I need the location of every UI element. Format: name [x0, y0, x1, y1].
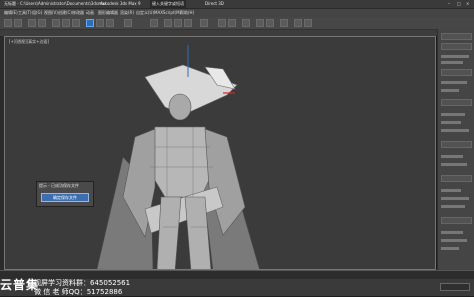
- maximize-icon[interactable]: □: [457, 0, 461, 8]
- align-icon[interactable]: [228, 19, 236, 27]
- panel-button[interactable]: [441, 141, 472, 148]
- left-leg: [156, 196, 182, 269]
- panel-row: [441, 61, 463, 64]
- unlink-icon[interactable]: [38, 19, 46, 27]
- snap-icon[interactable]: [164, 19, 172, 27]
- select-by-name-icon[interactable]: [62, 19, 70, 27]
- command-panel: [437, 29, 474, 270]
- select-icon[interactable]: [52, 19, 60, 27]
- watermark: 云普集 视屏学习资料群：645052561 微 信 老 师QQ：51752886: [0, 270, 140, 296]
- panel-tab-create[interactable]: [441, 33, 472, 40]
- panel-row: [441, 55, 469, 58]
- panel-row: [441, 121, 461, 124]
- panel-row: [441, 247, 459, 250]
- menu-modifiers[interactable]: 修改器: [72, 9, 84, 17]
- panel-row: [441, 155, 463, 158]
- link-icon[interactable]: [28, 19, 36, 27]
- render-setup-icon[interactable]: [294, 19, 302, 27]
- pivot-icon[interactable]: [150, 19, 158, 27]
- move-icon[interactable]: [86, 19, 94, 27]
- dialog-caption: 提示 - 已成功保存文件: [39, 183, 79, 188]
- schematic-icon[interactable]: [266, 19, 274, 27]
- panel-row: [441, 163, 467, 166]
- head: [168, 93, 192, 121]
- perspective-viewport[interactable]: [+][透视][真实+边面]: [4, 36, 436, 270]
- document-path: 无标题 - C:\Users\Administrator\Documents\3…: [4, 1, 107, 6]
- panel-row: [441, 113, 465, 116]
- menu-customize[interactable]: 自定义(U): [136, 9, 154, 17]
- character-model[interactable]: [5, 37, 436, 270]
- panel-row: [441, 197, 469, 200]
- display-driver-label: Direct 3D: [205, 1, 224, 6]
- panel-row: [441, 205, 465, 208]
- menu-maxscript[interactable]: MAXScript(M): [154, 9, 181, 17]
- mirror-icon[interactable]: [218, 19, 226, 27]
- menu-edit[interactable]: 编辑(E): [4, 9, 18, 17]
- render-icon[interactable]: [304, 19, 312, 27]
- menu-bar: 编辑(E) 工具(T) 组(G) 视图(V) 创建(C) 修改器 动画 图形编辑…: [0, 9, 474, 17]
- named-selection-dropdown[interactable]: [200, 19, 208, 27]
- minimize-icon[interactable]: –: [448, 0, 450, 8]
- panel-button[interactable]: [441, 175, 472, 182]
- region-select-icon[interactable]: [72, 19, 80, 27]
- panel-row: [441, 89, 459, 92]
- notification-dialog: 提示 - 已成功保存文件 确定保存文件: [36, 181, 94, 207]
- search-box[interactable]: 键入关键字或短语: [150, 0, 186, 8]
- panel-tab-modify[interactable]: [441, 43, 472, 50]
- layer-icon[interactable]: [242, 19, 250, 27]
- reference-coord-dropdown[interactable]: [124, 19, 132, 27]
- main-toolbar: [0, 17, 474, 30]
- menu-tools[interactable]: 工具(T): [18, 9, 32, 17]
- close-icon[interactable]: ×: [466, 0, 469, 8]
- menu-create[interactable]: 创建(C): [58, 9, 72, 17]
- panel-button[interactable]: [441, 69, 472, 76]
- title-bar: 无标题 - C:\Users\Administrator\Documents\3…: [0, 0, 474, 9]
- menu-views[interactable]: 视图(V): [44, 9, 58, 17]
- panel-row: [441, 129, 469, 132]
- panel-row: [441, 189, 461, 192]
- menu-help[interactable]: 帮助(H): [180, 9, 194, 17]
- dialog-confirm-button[interactable]: 确定保存文件: [41, 193, 89, 202]
- app-title: Autodesk 3ds Max 9: [100, 1, 141, 6]
- rotate-icon[interactable]: [96, 19, 104, 27]
- curve-editor-icon[interactable]: [256, 19, 264, 27]
- panel-row: [441, 239, 467, 242]
- redo-icon[interactable]: [14, 19, 22, 27]
- undo-icon[interactable]: [4, 19, 12, 27]
- menu-rendering[interactable]: 渲染(R): [120, 9, 134, 17]
- panel-row: [441, 231, 463, 234]
- torso: [146, 126, 216, 198]
- panel-row: [441, 81, 467, 84]
- menu-graph-editors[interactable]: 图形编辑器: [98, 9, 118, 17]
- material-editor-icon[interactable]: [280, 19, 288, 27]
- percent-snap-icon[interactable]: [184, 19, 192, 27]
- animation-controls[interactable]: [440, 283, 470, 291]
- panel-button[interactable]: [441, 99, 472, 106]
- menu-animation[interactable]: 动画: [86, 9, 94, 17]
- panel-button[interactable]: [441, 217, 472, 224]
- scale-icon[interactable]: [106, 19, 114, 27]
- menu-group[interactable]: 组(G): [32, 9, 42, 17]
- angle-snap-icon[interactable]: [174, 19, 182, 27]
